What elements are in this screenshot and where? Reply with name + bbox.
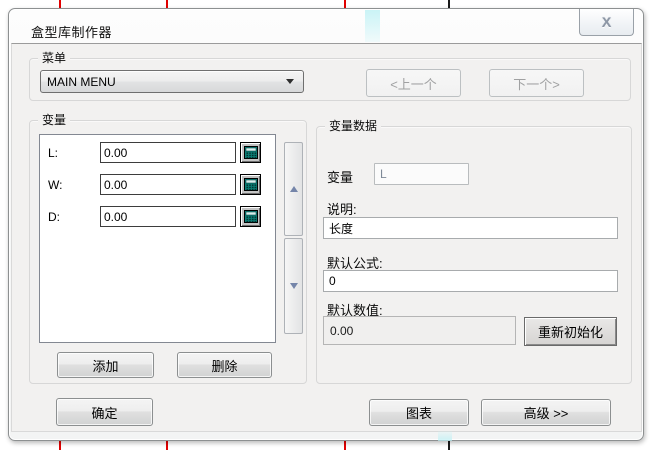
add-button[interactable]: 添加 [57,352,154,378]
variable-data-group-label: 变量数据 [325,119,381,134]
move-up-button[interactable] [284,142,303,236]
variable-value-input[interactable] [100,174,236,195]
description-caption: 说明: [327,199,357,218]
menu-group: 菜单 MAIN MENU <上一个 下一个> [29,58,631,101]
variable-value-input[interactable] [100,142,236,163]
variable-row-W: W: [40,174,275,196]
down-arrow-icon [290,283,298,289]
variables-group: 变量 L: [29,120,307,384]
move-down-button[interactable] [284,238,303,334]
variable-row-D: D: [40,206,275,228]
variables-group-label: 变量 [38,113,70,128]
variables-list[interactable]: L: [39,134,276,343]
calculator-button[interactable] [240,142,261,163]
background-artifact-stripe-bottom [438,431,452,441]
box-library-maker-dialog: 盒型库制作器 X 菜单 MAIN MENU <上一个 下一个> 变量 L: [8,8,644,441]
dialog-title: 盒型库制作器 [31,22,112,41]
variable-data-group: 变量数据 变量 说明: 默认公式: 默认数值: 0.00 重新初始化 [316,126,632,384]
variable-row-L: L: [40,142,275,164]
close-button[interactable]: X [579,9,634,36]
calculator-icon [244,146,258,159]
description-input[interactable] [323,217,618,239]
calculator-icon [244,178,258,191]
menu-group-label: 菜单 [38,51,70,66]
delete-button[interactable]: 删除 [177,352,272,378]
reinitialize-button[interactable]: 重新初始化 [524,317,617,346]
calculator-icon [244,210,258,223]
variable-name-label: W: [48,178,62,192]
menu-combobox-value: MAIN MENU [41,75,286,89]
ok-button[interactable]: 确定 [56,398,153,426]
background-artifact-stripe-top [365,10,380,42]
menu-combobox[interactable]: MAIN MENU [40,70,304,93]
calculator-button[interactable] [240,174,261,195]
variable-value-input[interactable] [100,206,236,227]
dropdown-arrow-icon [286,79,294,84]
previous-button[interactable]: <上一个 [366,69,461,97]
default-value-field: 0.00 [323,316,516,345]
desktop-background: 盒型库制作器 X 菜单 MAIN MENU <上一个 下一个> 变量 L: [0,0,652,450]
variable-name-caption: 变量 [327,167,353,186]
calculator-button[interactable] [240,206,261,227]
selected-variable-field [374,163,469,185]
next-button[interactable]: 下一个> [489,69,584,97]
variable-name-label: L: [48,146,58,160]
close-icon: X [602,15,611,29]
variable-name-label: D: [48,210,60,224]
default-formula-input[interactable] [323,270,618,292]
advanced-button[interactable]: 高级 >> [481,399,611,426]
chart-button[interactable]: 图表 [369,399,469,426]
up-arrow-icon [290,186,298,192]
